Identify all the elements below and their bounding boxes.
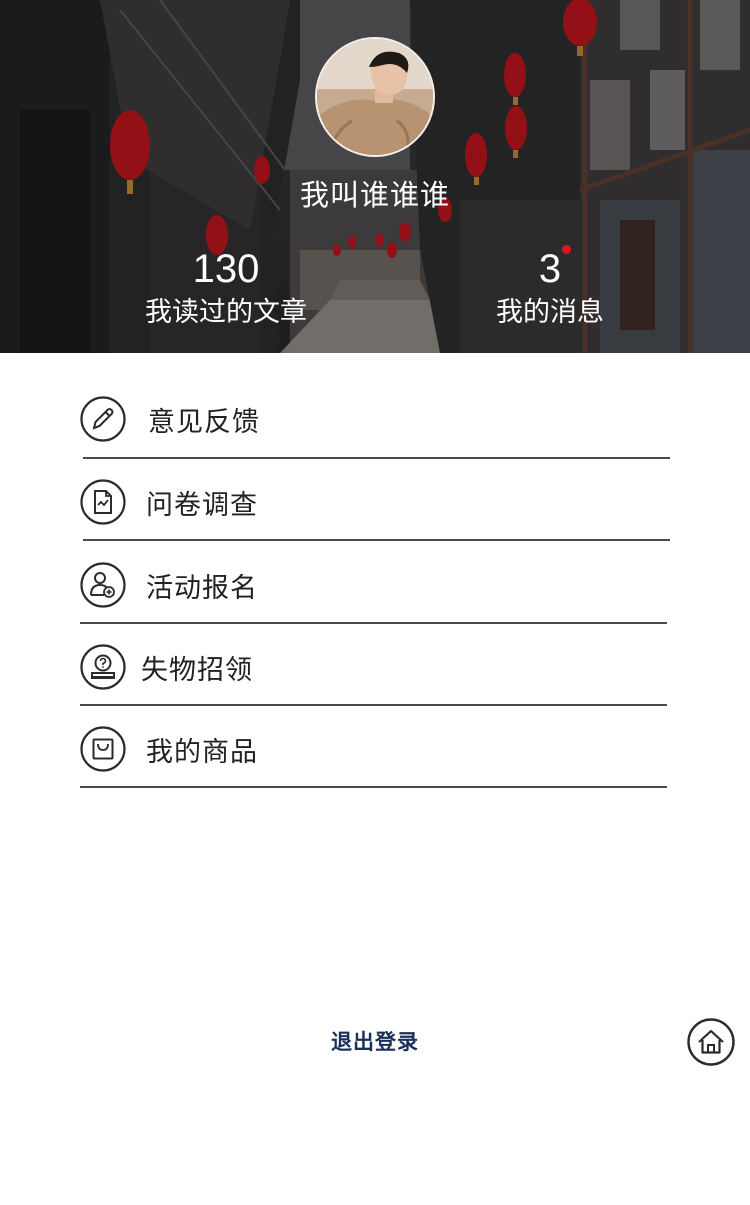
menu-item-label: 意见反馈 bbox=[148, 407, 260, 438]
menu-item-lost-found[interactable]: 失物招领 bbox=[80, 624, 670, 706]
divider bbox=[80, 786, 667, 788]
shopping-bag-icon bbox=[80, 726, 126, 772]
menu-item-my-products[interactable]: 我的商品 bbox=[80, 706, 670, 788]
username: 我叫谁谁谁 bbox=[299, 178, 450, 212]
stat-messages-label: 我的消息 bbox=[496, 297, 604, 328]
stat-messages[interactable]: 3 我的消息 bbox=[440, 245, 660, 333]
user-add-icon bbox=[80, 562, 126, 608]
home-button[interactable] bbox=[687, 1018, 735, 1066]
menu-item-label: 失物招领 bbox=[141, 655, 253, 686]
stat-articles-read-label: 我读过的文章 bbox=[145, 297, 307, 328]
menu-item-label: 问卷调查 bbox=[146, 490, 258, 521]
lost-found-icon bbox=[80, 644, 126, 690]
stat-articles-read[interactable]: 130 我读过的文章 bbox=[116, 245, 336, 333]
avatar[interactable] bbox=[315, 37, 435, 157]
home-icon bbox=[687, 1018, 735, 1066]
unread-badge-dot bbox=[562, 245, 571, 254]
menu-item-feedback[interactable]: 意见反馈 bbox=[80, 376, 670, 459]
profile-header: 我叫谁谁谁 130 我读过的文章 3 我的消息 bbox=[0, 0, 750, 353]
menu-item-event-signup[interactable]: 活动报名 bbox=[80, 542, 670, 624]
menu-item-survey[interactable]: 问卷调查 bbox=[80, 459, 670, 541]
menu-item-label: 活动报名 bbox=[146, 573, 258, 604]
logout-button[interactable]: 退出登录 bbox=[0, 1026, 750, 1056]
menu-item-label: 我的商品 bbox=[146, 737, 258, 768]
profile-page: 我叫谁谁谁 130 我读过的文章 3 我的消息 意见反馈 问卷调查 活动报名 失… bbox=[0, 0, 750, 1205]
survey-doc-icon bbox=[80, 479, 126, 525]
user-avatar-photo bbox=[317, 39, 433, 155]
pencil-icon bbox=[80, 396, 126, 442]
stat-messages-count: 3 bbox=[538, 247, 562, 291]
stat-articles-read-count: 130 bbox=[192, 247, 260, 291]
divider bbox=[83, 539, 670, 541]
